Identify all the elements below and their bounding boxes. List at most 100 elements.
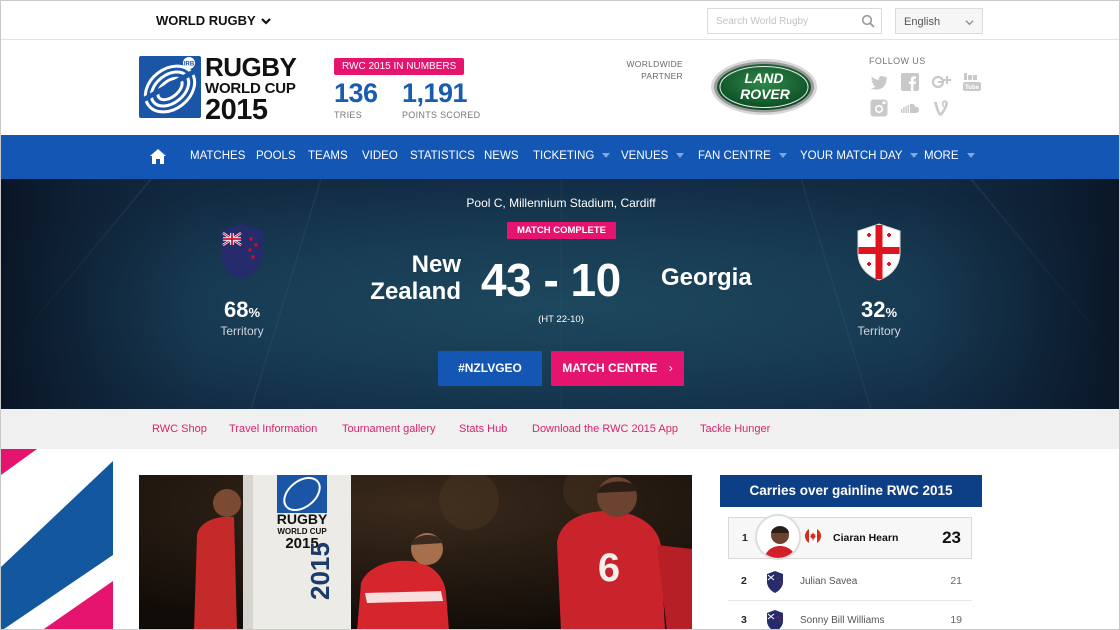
nav-fan-centre[interactable]: FAN CENTRE [698,150,787,162]
home-territory-label: Territory [220,324,264,338]
photo-jersey-number: 6 [598,546,620,590]
away-territory: 32% Territory [839,297,919,338]
nav-venues[interactable]: VENUES [621,150,685,162]
away-team-name[interactable]: Georgia [661,264,752,291]
home-team-name-line-1: New [411,251,461,278]
partner-line-1: WORLDWIDE [626,59,683,69]
search-icon[interactable] [861,14,875,28]
google-plus-link[interactable] [931,72,951,97]
match-venue: Pool C, Millennium Stadium, Cardiff [466,196,656,210]
world-rugby-menu[interactable]: WORLD RUGBY [156,13,271,28]
language-selected: English [904,16,941,28]
leaderboard-value: 21 [950,575,962,587]
facebook-icon [901,73,919,91]
rwc-2015-logo[interactable]: IRB RUGBY WORLD CUP 2015 [139,54,299,125]
partner-line-2: PARTNER [641,71,683,81]
home-team-name[interactable]: New Zealand [363,251,461,305]
caret-down-icon [966,153,975,158]
world-rugby-menu-label: WORLD RUGBY [156,13,256,28]
player-avatar-image [757,516,799,558]
language-select[interactable]: English [895,8,983,34]
home-territory-value: 68% [202,297,282,323]
halftime-score: (HT 22-10) [538,314,584,325]
match-score: 43 - 10 [481,254,621,306]
worldwide-partner-label: WORLDWIDE PARTNER [613,58,683,82]
link-stats-hub[interactable]: Stats Hub [459,423,507,435]
tries-label: TRIES [334,110,363,120]
link-tackle-hunger[interactable]: Tackle Hunger [700,423,770,435]
instagram-icon [870,99,888,117]
leaderboard-rank: 2 [741,575,747,587]
vine-link[interactable] [931,98,951,123]
link-travel-information[interactable]: Travel Information [229,423,317,435]
tries-value: 136 [334,78,378,108]
nav-label: MATCHES [190,150,246,162]
leaderboard-title: Carries over gainline RWC 2015 [720,475,982,507]
home-territory-percent-sign: % [248,305,261,320]
hashtag-button[interactable]: #NZLVGEO [438,351,542,386]
nav-more[interactable]: MORE [924,150,975,162]
youtube-link[interactable]: Tube [962,72,982,97]
leaderboard-row[interactable]: 1 Ciaran Hearn 23 [728,514,972,560]
search-input[interactable] [708,9,853,33]
content-area: RUGBY WORLD CUP 2015 2015 6 Carries over… [1,449,1119,629]
caret-down-icon [778,153,787,158]
logo-wordmark: RUGBY WORLD CUP 2015 [205,52,297,126]
nav-label: TICKETING [533,150,595,162]
canada-flag-icon [805,528,821,544]
nav-matches[interactable]: MATCHES [190,150,245,162]
new-zealand-crest-icon [221,224,263,280]
caret-down-icon [602,153,611,158]
nav-label: TEAMS [308,150,348,162]
nav-label: STATISTICS [410,150,475,162]
link-download-app[interactable]: Download the RWC 2015 App [532,423,678,435]
land-rover-line-1: LAND [745,70,784,86]
vine-icon [934,100,948,116]
nav-label: NEWS [484,150,519,162]
in-numbers-badge: RWC 2015 IN NUMBERS [334,58,465,75]
link-tournament-gallery[interactable]: Tournament gallery [342,423,436,435]
leaderboard-player-name: Sonny Bill Williams [800,615,885,626]
logo-line-year: 2015 [205,94,268,126]
nav-video[interactable]: VIDEO [362,150,398,162]
nav-news[interactable]: NEWS [484,150,519,162]
nav-pools[interactable]: POOLS [256,150,296,162]
nav-statistics[interactable]: STATISTICS [410,150,475,162]
leaderboard-widget: Carries over gainline RWC 2015 1 Ciaran … [720,475,982,629]
link-rwc-shop[interactable]: RWC Shop [152,423,207,435]
chevron-right-icon: › [668,361,673,375]
facebook-link[interactable] [900,72,920,97]
home-icon[interactable] [149,148,167,165]
away-territory-percent-sign: % [885,305,898,320]
nav-teams[interactable]: TEAMS [308,150,348,162]
match-photo-image: RUGBY WORLD CUP 2015 2015 6 [139,475,692,629]
leaderboard-rank: 3 [741,614,747,626]
soundcloud-link[interactable] [900,98,920,123]
leaderboard-row[interactable]: 3 Sonny Bill Williams 19 [728,602,972,629]
leaderboard-row[interactable]: 2 Julian Savea 21 [728,563,972,601]
points-label: POINTS SCORED [402,110,481,120]
match-centre-button[interactable]: MATCH CENTRE › [551,351,684,386]
new-zealand-crest-icon [767,610,783,629]
home-territory-number: 68 [223,297,249,322]
nav-your-match-day[interactable]: YOUR MATCH DAY [800,150,919,162]
nav-label: YOUR MATCH DAY [800,150,903,162]
twitter-link[interactable] [869,72,889,97]
photo-logo-line-1: RUGBY [277,511,328,527]
photo-post-text: 2015 [305,542,335,600]
land-rover-line-2: ROVER [740,86,791,102]
instagram-link[interactable] [869,98,889,123]
nav-ticketing[interactable]: TICKETING [533,150,611,162]
match-photo[interactable]: RUGBY WORLD CUP 2015 2015 6 [139,475,692,629]
quick-links-bar: RWC Shop Travel Information Tournament g… [1,409,1119,449]
nav-label: VIDEO [362,150,398,162]
main-navigation: MATCHES POOLS TEAMS VIDEO STATISTICS NEW… [1,135,1119,179]
tries-stat: 136 TRIES [334,78,378,120]
caret-down-icon [676,153,685,158]
nav-label: POOLS [256,150,296,162]
chevron-down-icon [260,17,271,25]
search-box [707,8,882,34]
leaderboard-player-name: Julian Savea [800,576,858,587]
logo-line-rugby: RUGBY [205,52,297,82]
land-rover-logo[interactable]: LAND ROVER [710,58,818,116]
